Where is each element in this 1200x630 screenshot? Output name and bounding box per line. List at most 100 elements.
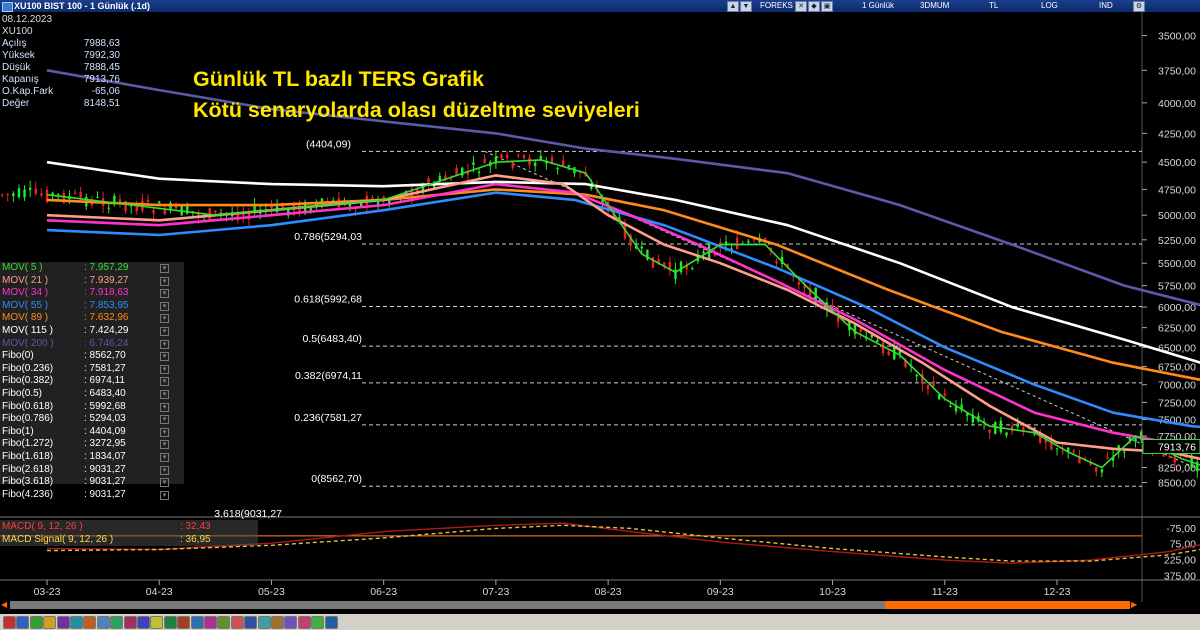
foreks-label[interactable]: FOREKS — [760, 0, 793, 12]
candle-body — [511, 161, 514, 168]
toolbar-tool-icon[interactable] — [29, 616, 43, 629]
legend-dropdown-icon[interactable]: ▾ — [160, 289, 169, 299]
toolbar-tool-icon[interactable] — [56, 616, 70, 629]
currency-selector[interactable]: TL — [989, 0, 998, 12]
macd-y-tick-label: 225,00 — [1164, 555, 1196, 567]
log-toggle[interactable]: LOG — [1041, 0, 1058, 12]
toolbar-tool-icon[interactable] — [271, 616, 284, 629]
toolbar-tool-icon[interactable] — [123, 616, 137, 629]
legend-row: MOV( 5 ): 7.957,29 ▾ — [0, 262, 184, 275]
toolbar-tool-icon[interactable] — [257, 616, 271, 629]
toolbar-tool-icon[interactable] — [137, 616, 150, 629]
legend-row: Fibo(0.236): 7581,27 ▾ — [0, 363, 184, 376]
toolbar-tool-icon[interactable] — [190, 616, 204, 629]
legend-dropdown-icon[interactable]: ▾ — [160, 301, 169, 311]
legend-label: Fibo(2.618) — [2, 463, 54, 475]
x-tick-label: 06-23 — [370, 586, 397, 598]
legend-dropdown-icon[interactable]: ▾ — [160, 276, 169, 286]
settings-icon[interactable]: ⚙ — [1133, 1, 1145, 12]
indicator-menu[interactable]: IND — [1099, 0, 1113, 12]
toolbar-tool-icon[interactable] — [70, 616, 83, 629]
legend-dropdown-icon[interactable]: ▾ — [160, 264, 169, 273]
toolbar-tool-icon[interactable] — [43, 616, 57, 629]
legend-dropdown-icon[interactable]: ▾ — [160, 415, 169, 425]
candle-body — [34, 188, 37, 194]
toolbar-button[interactable]: ◆ — [808, 1, 820, 12]
window-title: XU100 BIST 100 - 1 Günlük (.1d) — [14, 1, 151, 11]
toolbar-tool-icon[interactable] — [284, 616, 298, 629]
legend-dropdown-icon[interactable]: ▾ — [160, 465, 169, 475]
candle-body — [107, 207, 110, 209]
y-tick-label: 4500,00 — [1158, 157, 1196, 169]
legend-row: Fibo(2.618): 9031,27 ▾ — [0, 464, 184, 477]
legend-dropdown-icon[interactable]: ▾ — [160, 427, 169, 437]
candle-body — [23, 189, 26, 198]
legend-dropdown-icon[interactable]: ▾ — [160, 352, 169, 362]
toolbar-button[interactable]: ▣ — [821, 1, 833, 12]
scroll-left-arrow-icon[interactable]: ◀ — [1, 601, 9, 609]
candle-body — [937, 394, 941, 400]
toolbar-tool-icon[interactable] — [163, 616, 177, 629]
toolbar-tool-icon[interactable] — [150, 616, 164, 629]
toolbar-tool-icon[interactable] — [177, 616, 191, 629]
legend-dropdown-icon[interactable]: ▾ — [160, 452, 169, 462]
toolbar-tool-icon[interactable] — [324, 616, 338, 629]
toolbar-tool-icon[interactable] — [230, 616, 244, 629]
y-tick-label: 6000,00 — [1158, 302, 1196, 314]
toolbar-tool-icon[interactable] — [96, 616, 110, 629]
toolbar-button[interactable]: ▲ — [727, 1, 739, 12]
legend-dropdown-icon[interactable]: ▾ — [160, 377, 169, 387]
candle-body — [1106, 456, 1109, 459]
legend-label: Fibo(0.786) — [2, 413, 54, 425]
toolbar-tool-icon[interactable] — [297, 616, 311, 629]
toolbar-button[interactable]: ▼ — [740, 1, 752, 12]
legend-dropdown-icon[interactable]: ▾ — [160, 490, 169, 500]
toolbar-tool-icon[interactable] — [204, 616, 217, 629]
toolbar-tool-icon[interactable] — [83, 616, 97, 629]
legend-dropdown-icon[interactable]: ▾ — [160, 389, 169, 399]
chart-type-selector[interactable]: 3DMUM — [920, 0, 949, 12]
y-tick-label: 5250,00 — [1158, 235, 1196, 247]
toolbar-tool-icon[interactable] — [311, 616, 325, 629]
legend-label: MOV( 21 ) — [2, 274, 49, 286]
legend-value: : 6483,40 — [84, 387, 126, 399]
scroll-right-arrow-icon[interactable]: ▶ — [1131, 601, 1139, 609]
time-scrollbar-thumb[interactable] — [885, 601, 1130, 609]
chart-headline: Günlük TL bazlı TERS Grafik Kötü senaryo… — [193, 64, 640, 126]
legend-row: MOV( 21 ) : 7.939,27 ▾ — [0, 275, 184, 288]
y-tick-label: 5000,00 — [1158, 210, 1196, 222]
toolbar-tool-icon[interactable] — [16, 616, 30, 629]
fibo-level-label: (4404,09) — [306, 138, 351, 150]
toolbar-tool-icon[interactable] — [217, 616, 231, 629]
ohlc-info-panel: 08.12.2023 XU100 Açılış 7988,63 Yüksek 799… — [2, 14, 120, 110]
legend-row: Fibo(4.236): 9031,27 ▾ — [0, 489, 184, 502]
legend-dropdown-icon[interactable]: ▾ — [160, 402, 169, 412]
legend-label: Fibo(0.5) — [2, 387, 43, 399]
toolbar-button[interactable]: ✕ — [795, 1, 807, 12]
candle-body — [881, 342, 885, 354]
legend-dropdown-icon[interactable]: ▾ — [160, 326, 169, 336]
legend-dropdown-icon[interactable]: ▾ — [160, 440, 169, 450]
toolbar-tool-icon[interactable] — [3, 616, 16, 629]
macd-y-tick-label: 375,00 — [1164, 570, 1196, 582]
candle-body — [775, 261, 778, 264]
y-tick-label: 5750,00 — [1158, 281, 1196, 293]
period-selector[interactable]: 1 Günlük — [862, 0, 894, 12]
legend-dropdown-icon[interactable]: ▾ — [160, 339, 169, 349]
legend-value: : 7.918,63 — [84, 287, 129, 299]
legend-value: : 7.939,27 — [84, 274, 129, 286]
candle-body — [943, 393, 946, 396]
candle-body — [40, 193, 43, 196]
candle-body — [427, 178, 430, 183]
legend-dropdown-icon[interactable]: ▾ — [160, 364, 169, 374]
info-value: 7888,45 — [83, 62, 120, 73]
candle-body — [747, 240, 750, 243]
legend-dropdown-icon[interactable]: ▾ — [160, 314, 169, 324]
legend-label: MOV( 55 ) — [2, 299, 49, 311]
toolbar-tool-icon[interactable] — [244, 616, 258, 629]
candle-body — [994, 422, 997, 435]
candle-body — [999, 420, 1003, 433]
legend-dropdown-icon[interactable]: ▾ — [160, 478, 169, 488]
ma-line-55 — [46, 191, 1200, 429]
toolbar-tool-icon[interactable] — [110, 616, 124, 629]
